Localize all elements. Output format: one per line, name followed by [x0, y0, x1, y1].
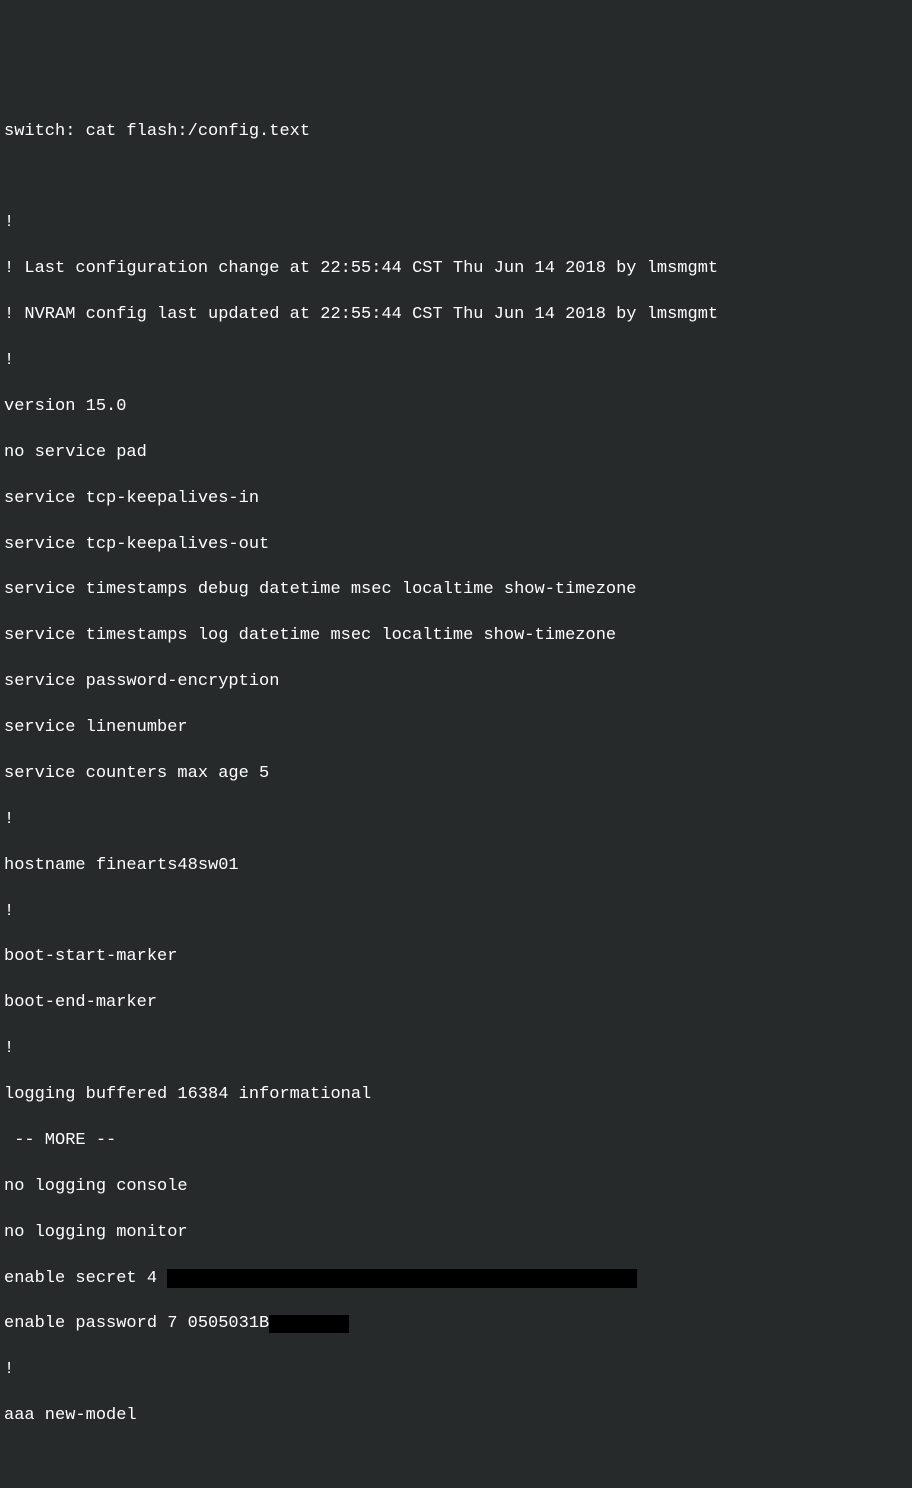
- config-line: logging buffered 16384 informational: [4, 1084, 908, 1107]
- config-line: [4, 167, 908, 190]
- config-line: service password-encryption: [4, 671, 908, 694]
- redacted-secret: [167, 1269, 637, 1288]
- config-line: boot-end-marker: [4, 992, 908, 1015]
- secret-prefix: enable secret 4: [4, 1269, 167, 1288]
- config-line: service linenumber: [4, 717, 908, 740]
- config-line: !: [4, 212, 908, 235]
- config-line: service timestamps log datetime msec loc…: [4, 625, 908, 648]
- config-line: service tcp-keepalives-in: [4, 488, 908, 511]
- redacted-password: [269, 1315, 349, 1334]
- config-line: no service pad: [4, 442, 908, 465]
- config-line: version 15.0: [4, 396, 908, 419]
- config-line: service tcp-keepalives-out: [4, 534, 908, 557]
- config-line: boot-start-marker: [4, 946, 908, 969]
- enable-secret-line: enable secret 4: [4, 1268, 908, 1291]
- config-line: aaa new-model: [4, 1405, 908, 1428]
- config-line: !: [4, 809, 908, 832]
- config-line: !: [4, 1038, 908, 1061]
- config-line: no logging monitor: [4, 1222, 908, 1245]
- config-line: no logging console: [4, 1176, 908, 1199]
- config-line: service timestamps debug datetime msec l…: [4, 579, 908, 602]
- config-line: ! NVRAM config last updated at 22:55:44 …: [4, 304, 908, 327]
- password-prefix: enable password 7 0505031B: [4, 1314, 269, 1333]
- config-line: switch: cat flash:/config.text: [4, 121, 908, 144]
- config-line: service counters max age 5: [4, 763, 908, 786]
- more-prompt[interactable]: -- MORE --: [4, 1130, 908, 1153]
- terminal-output: switch: cat flash:/config.text ! ! Last …: [4, 98, 908, 1451]
- enable-password-line: enable password 7 0505031B: [4, 1313, 908, 1336]
- config-line: !: [4, 1359, 908, 1382]
- config-line: hostname finearts48sw01: [4, 855, 908, 878]
- config-line: !: [4, 350, 908, 373]
- config-line: ! Last configuration change at 22:55:44 …: [4, 258, 908, 281]
- config-line: !: [4, 901, 908, 924]
